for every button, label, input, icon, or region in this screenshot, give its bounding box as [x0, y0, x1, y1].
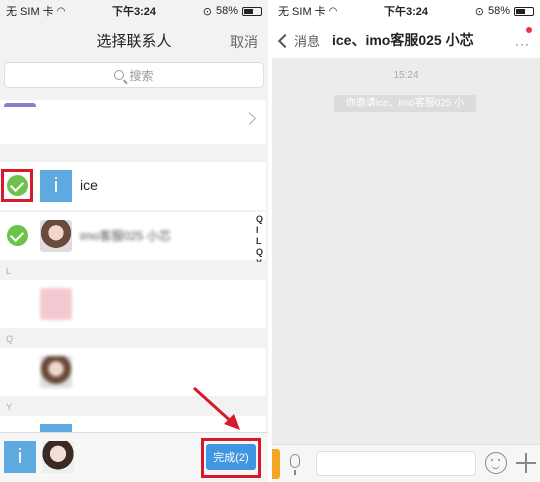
status-bar: 无 SIM 卡 ◠ 下午3:24 ⊙ 58% — [0, 0, 268, 22]
more-icon[interactable]: ··· — [515, 37, 530, 51]
group-entry-row[interactable] — [0, 100, 266, 144]
battery-icon — [513, 6, 534, 16]
checked-icon[interactable] — [7, 225, 28, 246]
battery-percent: 58% — [487, 5, 510, 17]
section-header: L — [0, 262, 266, 280]
contact-row-ice[interactable]: i ice — [0, 162, 266, 210]
carrier-label: 无 SIM 卡 — [278, 6, 326, 18]
contact-row-imo[interactable]: imo客服025 小芯 — [0, 212, 266, 260]
status-bar: 无 SIM 卡 ◠ 下午3:24 ⊙ 58% — [272, 0, 540, 22]
notification-dot — [526, 27, 532, 33]
chat-input-bar — [272, 444, 540, 482]
wifi-icon: ◠ — [328, 5, 338, 17]
chevron-left-icon — [277, 33, 293, 49]
search-icon — [114, 70, 125, 80]
chat-screen: 无 SIM 卡 ◠ 下午3:24 ⊙ 58% 消息 ice、imo客服025 小芯 … — [272, 0, 540, 482]
back-label: 消息 — [294, 34, 321, 49]
highlight-box — [1, 169, 33, 202]
picker-header: 选择联系人 取消 — [0, 22, 268, 58]
selection-bar: i 完成(2) — [0, 432, 268, 482]
emoji-icon[interactable] — [485, 452, 507, 474]
system-message: 你邀请ice、imo客服025 小 — [334, 95, 476, 112]
search-input[interactable]: 搜索 — [4, 62, 264, 88]
message-timestamp: 15:24 — [393, 70, 419, 81]
contact-name: ice — [80, 177, 98, 193]
search-placeholder: 搜索 — [129, 68, 154, 83]
chat-header: 消息 ice、imo客服025 小芯 ··· — [272, 22, 540, 58]
page-title: 选择联系人 — [96, 32, 172, 50]
done-button[interactable]: 完成(2) — [206, 444, 256, 470]
avatar — [40, 220, 72, 252]
avatar — [40, 356, 72, 388]
avatar: i — [40, 170, 72, 202]
index-letter[interactable]: Q — [256, 247, 263, 258]
wifi-icon: ◠ — [56, 5, 66, 17]
microphone-icon[interactable] — [290, 454, 300, 475]
avatar — [40, 288, 72, 320]
status-time: 下午3:24 — [383, 6, 428, 18]
plus-icon[interactable] — [516, 453, 536, 473]
pointer-arrow-icon — [192, 386, 240, 430]
message-input[interactable] — [316, 451, 476, 476]
section-header: Q — [0, 330, 266, 348]
lock-rotation-icon: ⊙ — [474, 5, 484, 18]
chat-title: ice、imo客服025 小芯 — [332, 32, 474, 48]
selected-avatar[interactable]: i — [4, 441, 36, 473]
side-tab[interactable] — [272, 449, 280, 479]
back-button[interactable]: 消息 — [277, 31, 321, 50]
contact-name: imo客服025 小芯 — [80, 229, 171, 243]
contact-row[interactable] — [0, 280, 266, 328]
group-avatar — [4, 103, 36, 107]
cancel-button[interactable]: 取消 — [230, 32, 258, 52]
battery-percent: 58% — [215, 5, 238, 17]
index-letter[interactable]: L — [256, 236, 263, 247]
index-letter[interactable]: I — [256, 225, 263, 236]
lock-rotation-icon: ⊙ — [202, 5, 212, 18]
selected-avatar[interactable] — [42, 441, 74, 473]
chevron-right-icon — [243, 112, 256, 125]
alpha-index[interactable]: Q I L Q Y — [256, 214, 263, 269]
battery-icon — [241, 6, 262, 16]
contact-picker-screen: 无 SIM 卡 ◠ 下午3:24 ⊙ 58% 选择联系人 取消 搜索 i ice i… — [0, 0, 268, 482]
index-letter[interactable]: Q — [256, 214, 263, 225]
status-time: 下午3:24 — [111, 6, 156, 18]
carrier-label: 无 SIM 卡 — [6, 6, 54, 18]
